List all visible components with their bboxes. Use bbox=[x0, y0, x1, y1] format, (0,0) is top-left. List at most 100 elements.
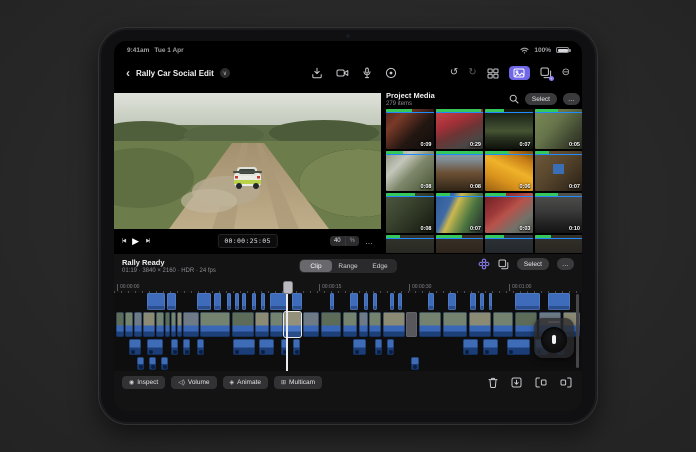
timeline-clip[interactable] bbox=[448, 293, 456, 310]
timeline-more-button[interactable]: … bbox=[557, 258, 574, 270]
media-thumbnail[interactable]: 0:08 bbox=[386, 193, 434, 233]
timeline-clip[interactable] bbox=[116, 312, 124, 337]
timeline-clip[interactable] bbox=[470, 293, 476, 310]
media-thumbnail[interactable]: 0:07 bbox=[485, 109, 533, 149]
timeline-clip[interactable] bbox=[428, 293, 434, 310]
media-thumbnail[interactable] bbox=[436, 235, 484, 253]
timeline-clip[interactable] bbox=[165, 312, 170, 337]
undo-icon[interactable]: ↺ bbox=[450, 68, 458, 78]
media-thumbnail[interactable] bbox=[485, 235, 533, 253]
timeline-clip[interactable] bbox=[200, 312, 230, 337]
timeline-tracks[interactable] bbox=[114, 293, 582, 371]
timeline-clip[interactable] bbox=[183, 339, 190, 355]
timeline-clip[interactable] bbox=[359, 312, 368, 337]
timeline-clip[interactable] bbox=[129, 339, 141, 355]
timeline-clip[interactable] bbox=[463, 339, 478, 355]
title-chevron-icon[interactable]: ∨ bbox=[220, 68, 230, 78]
media-thumbnail[interactable] bbox=[386, 235, 434, 253]
viewer-more-button[interactable]: … bbox=[365, 237, 374, 246]
timeline-clip[interactable] bbox=[270, 312, 283, 337]
voiceover-icon[interactable] bbox=[385, 67, 397, 79]
timeline-clip[interactable] bbox=[171, 312, 176, 337]
timeline-ruler[interactable]: 00:00:0000:00:1500:00:3000:01:00 bbox=[114, 284, 582, 293]
timeline-clip[interactable] bbox=[330, 293, 334, 310]
media-thumbnail[interactable]: 0:08 bbox=[436, 151, 484, 191]
timeline-clip[interactable] bbox=[161, 357, 168, 370]
back-button[interactable]: ‹ bbox=[126, 68, 130, 78]
media-select-button[interactable]: Select bbox=[525, 93, 557, 105]
media-thumbnail[interactable]: 0:03 bbox=[485, 193, 533, 233]
timeline-clip[interactable] bbox=[183, 312, 199, 337]
timeline-clip[interactable] bbox=[411, 357, 419, 370]
timeline-scrollbar[interactable] bbox=[576, 294, 579, 368]
timeline-clip[interactable] bbox=[469, 312, 491, 337]
timeline-clip[interactable] bbox=[548, 293, 570, 310]
timeline-clip[interactable] bbox=[167, 293, 176, 310]
next-frame-button[interactable]: ▶| bbox=[146, 238, 149, 244]
timeline-clip[interactable] bbox=[252, 293, 256, 310]
media-thumbnail[interactable] bbox=[535, 235, 583, 253]
timeline-clip[interactable] bbox=[364, 293, 368, 310]
redo-icon[interactable]: ↻ bbox=[468, 68, 476, 78]
inspector-button[interactable]: + bbox=[540, 67, 552, 79]
timeline-clip[interactable] bbox=[369, 312, 381, 337]
timeline-clip[interactable] bbox=[235, 293, 239, 310]
timeline-clip[interactable] bbox=[259, 339, 274, 355]
timeline-clip[interactable] bbox=[147, 339, 163, 355]
timeline-clip[interactable] bbox=[321, 312, 341, 337]
timeline-clip[interactable] bbox=[375, 339, 382, 355]
play-button[interactable]: ▶ bbox=[132, 236, 139, 247]
timeline-clip[interactable] bbox=[398, 293, 402, 310]
timeline-clip[interactable] bbox=[134, 312, 142, 337]
media-thumbnail[interactable]: 0:05 bbox=[535, 109, 583, 149]
timeline-clip[interactable] bbox=[125, 312, 133, 337]
camera-icon[interactable] bbox=[336, 67, 349, 79]
timeline-clip[interactable] bbox=[156, 312, 164, 337]
timeline-clip[interactable] bbox=[137, 357, 144, 370]
timeline-clip[interactable] bbox=[515, 293, 540, 310]
timeline-clip[interactable] bbox=[261, 293, 265, 310]
multicam-view-icon[interactable] bbox=[487, 68, 499, 79]
timeline-clip[interactable] bbox=[197, 339, 204, 355]
timeline-clip[interactable] bbox=[177, 312, 182, 337]
media-thumbnail[interactable]: 0:09 bbox=[386, 109, 434, 149]
timeline-clip[interactable] bbox=[493, 312, 513, 337]
viewer-video[interactable] bbox=[114, 93, 381, 229]
media-browser-button[interactable] bbox=[509, 66, 530, 80]
media-thumbnail[interactable]: 0:06 bbox=[485, 151, 533, 191]
timeline-clip[interactable] bbox=[383, 312, 405, 337]
viewer-zoom-control[interactable]: 40 % bbox=[330, 236, 359, 246]
timeline-clip[interactable] bbox=[390, 293, 394, 310]
timecode-display[interactable]: 00:00:25:05 bbox=[217, 234, 277, 248]
media-thumbnail[interactable]: 0:08 bbox=[386, 151, 434, 191]
append-icon[interactable] bbox=[560, 377, 572, 388]
timeline-clip[interactable] bbox=[387, 339, 394, 355]
timeline-clip[interactable] bbox=[443, 312, 467, 337]
timeline-clip[interactable] bbox=[303, 312, 319, 337]
timeline-clip[interactable] bbox=[293, 339, 300, 355]
mode-button-clip[interactable]: Clip bbox=[300, 260, 332, 272]
timeline-clip[interactable] bbox=[480, 293, 484, 310]
hide-interface-icon[interactable]: ⊖ bbox=[562, 68, 570, 78]
enhance-icon[interactable] bbox=[478, 258, 490, 270]
timeline-clip[interactable] bbox=[343, 312, 357, 337]
timeline-clip[interactable] bbox=[419, 312, 441, 337]
prev-frame-button[interactable]: |◀ bbox=[122, 238, 125, 244]
timeline-clip[interactable] bbox=[171, 339, 178, 355]
mode-button-edge[interactable]: Edge bbox=[364, 260, 396, 272]
timeline-clip[interactable] bbox=[483, 339, 498, 355]
volume-button[interactable]: ◁)Volume bbox=[171, 376, 216, 389]
multicam-button[interactable]: ⊞Multicam bbox=[274, 376, 322, 389]
timeline-clip[interactable] bbox=[149, 357, 156, 370]
mic-icon[interactable] bbox=[362, 67, 372, 79]
inspect-button[interactable]: ◉Inspect bbox=[122, 376, 165, 389]
media-thumbnail[interactable]: 0:07 bbox=[436, 193, 484, 233]
timeline-clip[interactable] bbox=[292, 293, 302, 310]
timeline-clip[interactable] bbox=[232, 312, 254, 337]
timeline-clip[interactable] bbox=[489, 293, 492, 310]
timeline-clip[interactable] bbox=[255, 312, 269, 337]
search-icon[interactable] bbox=[509, 94, 519, 104]
timeline-clip[interactable] bbox=[214, 293, 221, 310]
timeline-clip[interactable] bbox=[406, 312, 417, 337]
timeline-clip[interactable] bbox=[233, 339, 255, 355]
